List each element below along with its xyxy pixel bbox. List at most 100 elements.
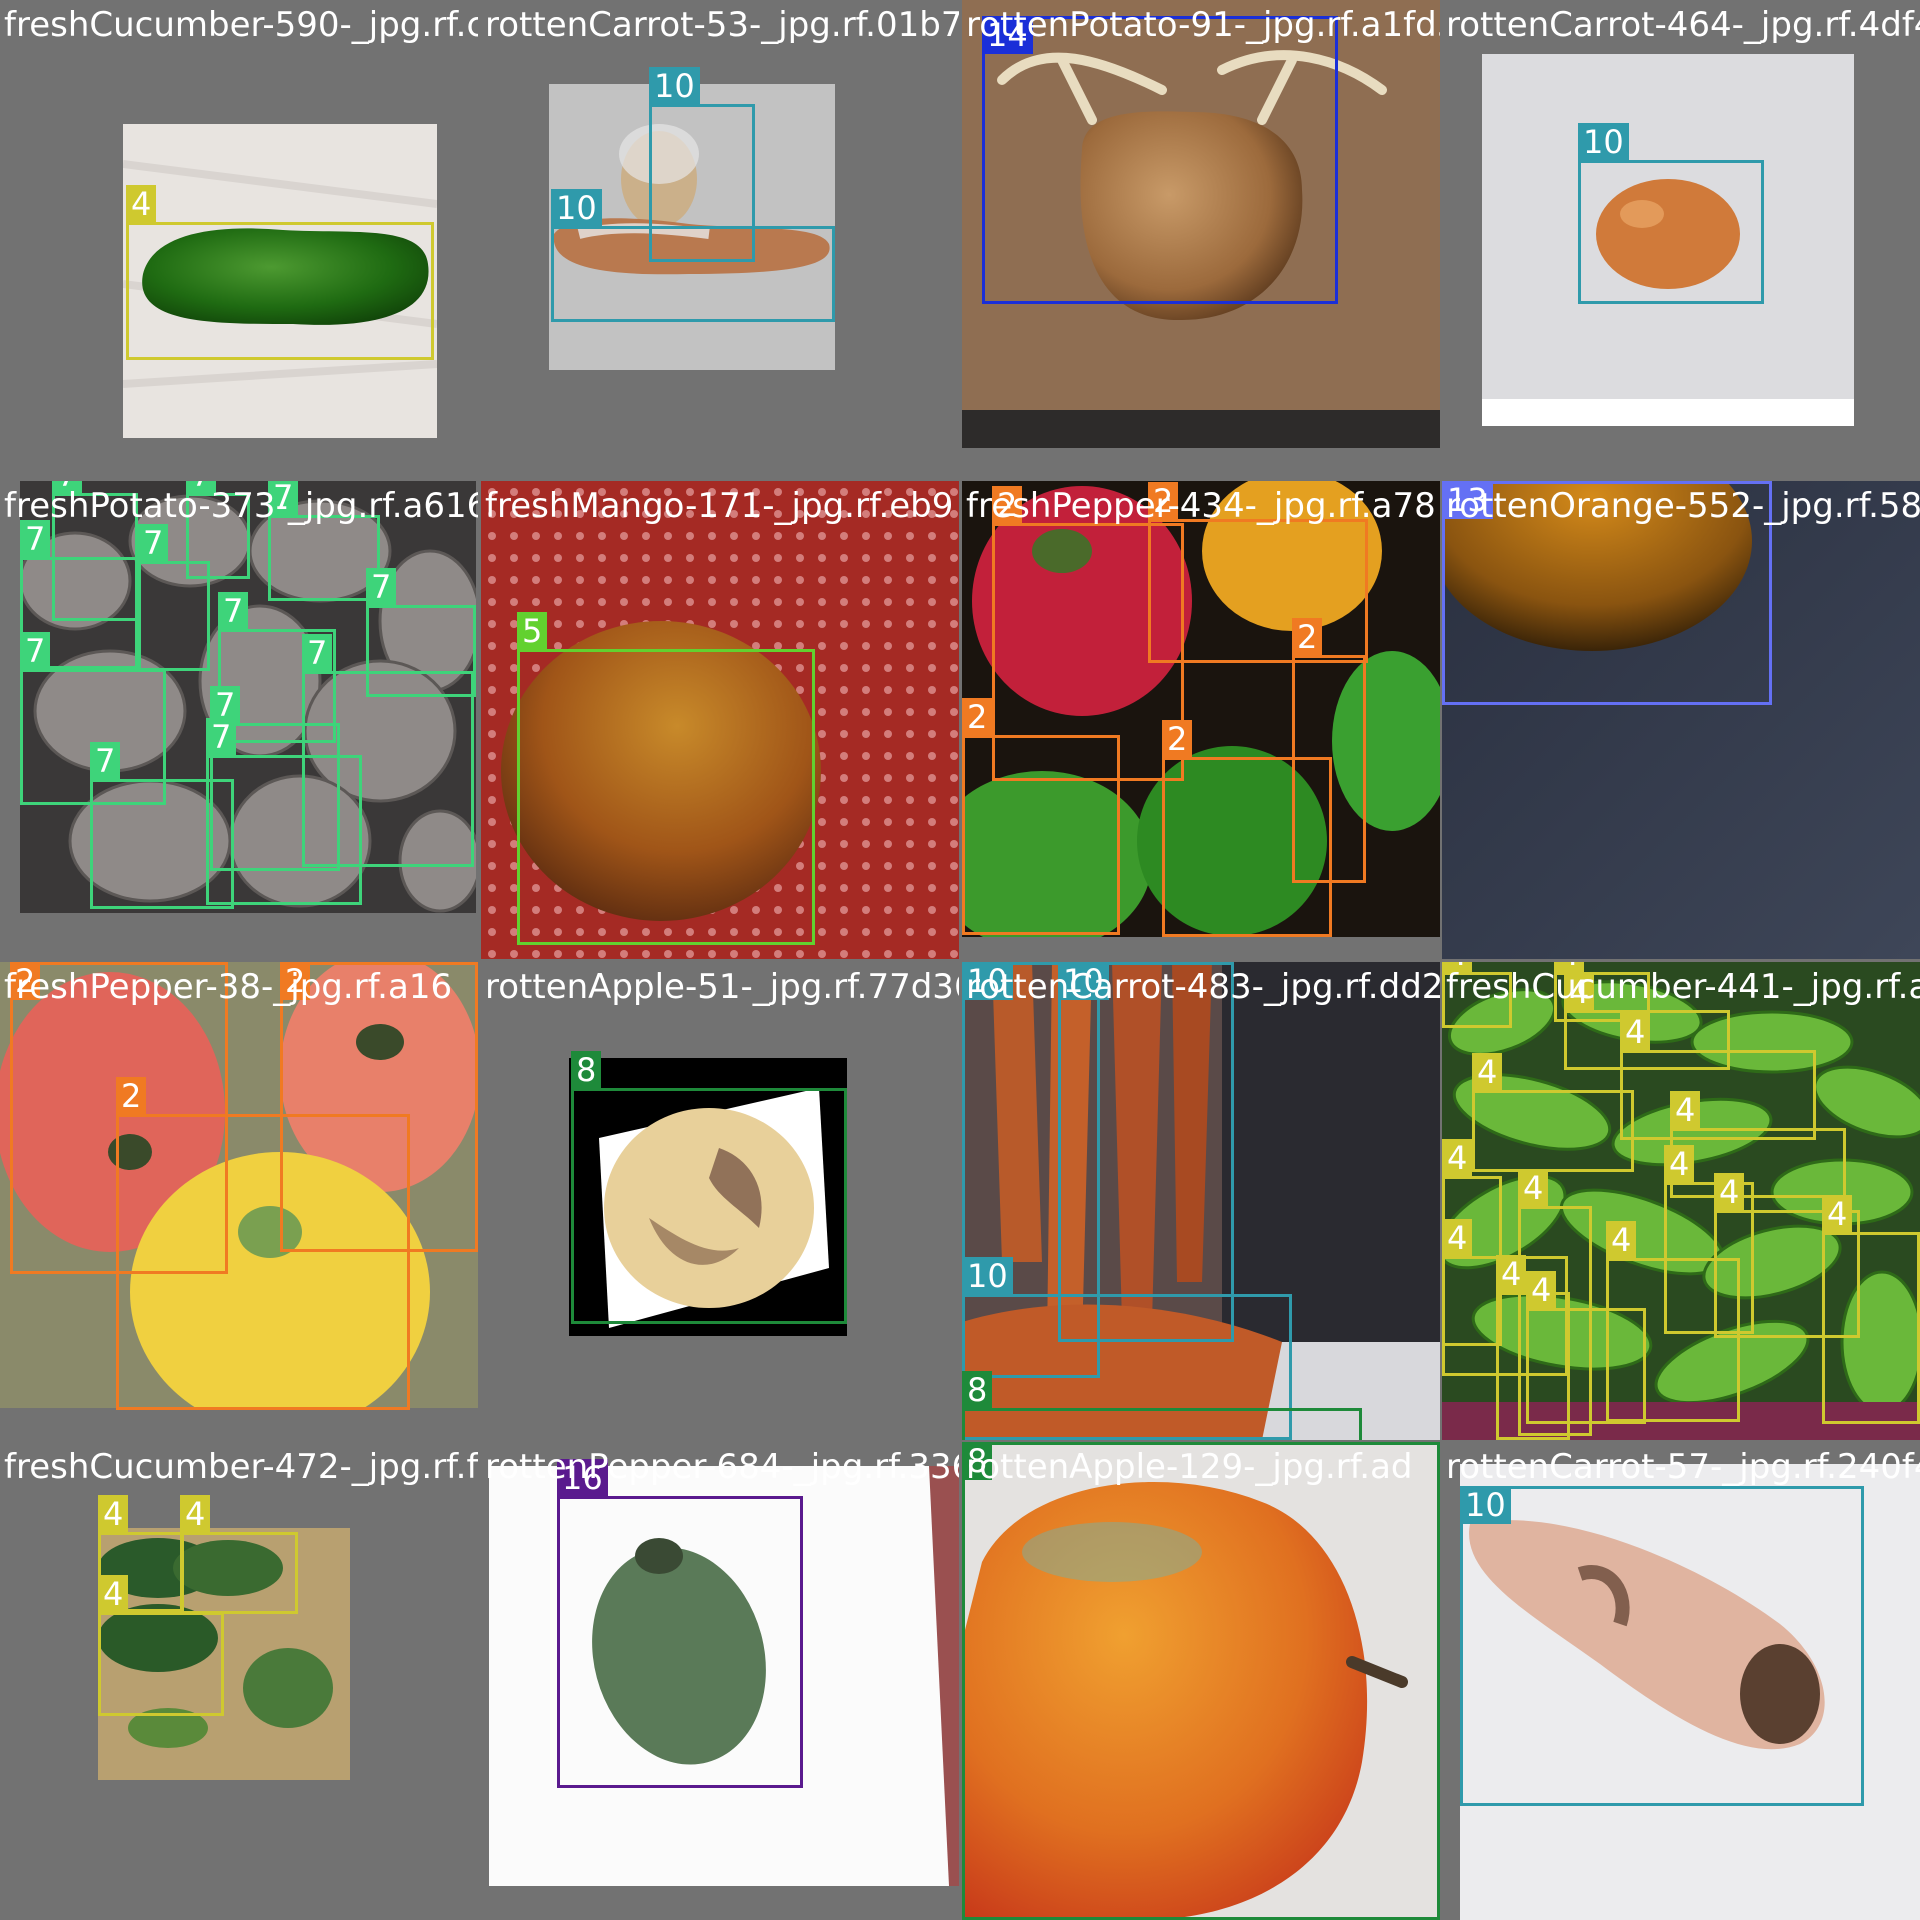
bbox-label: 10 xyxy=(962,1257,1013,1295)
bbox-pepper: 16 xyxy=(557,1459,803,1788)
bbox-label: 7 xyxy=(138,524,169,562)
bbox-cucumber: 4 xyxy=(98,1575,224,1716)
bbox-cucumber: 4 xyxy=(126,185,434,360)
bbox-label: 4 xyxy=(180,1495,211,1533)
bbox-cucumber: 4 xyxy=(1472,1053,1634,1172)
bbox-label: 2 xyxy=(10,962,41,1000)
bbox-potato: 7 xyxy=(268,481,380,601)
tile-caption: freshCucumber-590-_jpg.rf.cd08e12f6e588 xyxy=(4,5,478,45)
bbox-label: 4 xyxy=(126,185,157,223)
bbox-potato: 7 xyxy=(206,718,362,905)
bbox-label: 7 xyxy=(268,481,299,516)
bbox-label: 4 xyxy=(1496,1255,1527,1293)
bbox-potato: 7 xyxy=(138,524,210,671)
bbox-label: 4 xyxy=(1670,1091,1701,1129)
tile-8: 13 rottenOrange-552-_jpg.rf.58 xyxy=(1442,481,1920,959)
bbox-pepper: 2 xyxy=(962,698,1120,935)
bbox-label: 4 xyxy=(1442,962,1473,973)
detection-mosaic: 4 freshCucumber-590-_jpg.rf.cd08e12f6e58… xyxy=(0,0,1920,1920)
bbox-cucumber: 4 xyxy=(1526,1271,1646,1424)
bbox-label: 10 xyxy=(1460,1486,1511,1524)
bbox-label: 2 xyxy=(962,698,993,736)
bbox-label: 14 xyxy=(982,16,1033,54)
bbox-label: 7 xyxy=(366,568,397,606)
bbox-apple: 8 xyxy=(962,1371,1362,1440)
tile-6: 5 freshMango-171-_jpg.rf.eb9 xyxy=(481,481,959,959)
tile-7: 2 2 2 2 2 freshPepper-434-_jpg.rf.a78 xyxy=(962,481,1440,959)
tile-1: 4 freshCucumber-590-_jpg.rf.cd08e12f6e58… xyxy=(0,0,478,478)
bbox-label: 4 xyxy=(1526,1271,1557,1309)
bbox-cucumber: 4 xyxy=(180,1495,298,1614)
bbox-label: 2 xyxy=(1292,618,1323,656)
bbox-label: 2 xyxy=(1162,720,1193,758)
bbox-label: 10 xyxy=(1058,962,1109,1000)
tile-14: 16 rottenPepper-684-_jpg.rf.336 xyxy=(481,1442,959,1920)
bbox-carrot: 10 xyxy=(1460,1486,1864,1806)
bbox-orange: 13 xyxy=(1442,481,1772,705)
bbox-label: 5 xyxy=(517,612,548,650)
bbox-label: 7 xyxy=(20,632,51,670)
bbox-label: 8 xyxy=(571,1051,602,1089)
tile-caption: freshCucumber-472-_jpg.rf.f26 xyxy=(4,1447,478,1487)
bbox-potato: 14 xyxy=(982,16,1338,304)
bbox-label: 7 xyxy=(302,634,333,672)
bbox-label: 10 xyxy=(551,189,602,227)
tile-16: 10 rottenCarrot-57-_jpg.rf.240f4 xyxy=(1442,1442,1920,1920)
tile-2: 10 10 rottenCarrot-53-_jpg.rf.01b7 xyxy=(481,0,959,478)
bbox-carrot: 10 xyxy=(1578,123,1764,304)
bbox-pepper: 2 xyxy=(1148,482,1368,663)
tile-caption: rottenApple-51-_jpg.rf.77d36 xyxy=(485,967,959,1007)
bbox-label: 7 xyxy=(218,592,249,630)
bbox-pepper: 2 xyxy=(1162,720,1332,937)
bbox-label: 10 xyxy=(962,962,1013,1000)
bbox-label: 16 xyxy=(557,1459,608,1497)
bbox-label: 4 xyxy=(1564,973,1595,1011)
bbox-label: 4 xyxy=(1664,1145,1695,1183)
bbox-label: 4 xyxy=(98,1495,129,1533)
bbox-label: 7 xyxy=(90,742,121,780)
bbox-label: 4 xyxy=(1714,1173,1745,1211)
bbox-label: 10 xyxy=(1578,123,1629,161)
tile-caption: rottenCarrot-464-_jpg.rf.4df4 xyxy=(1446,5,1920,45)
tile-13: 4 4 4 freshCucumber-472-_jpg.rf.f26 xyxy=(0,1442,478,1920)
bbox-pepper: 2 xyxy=(116,1077,410,1410)
tile-12: 4 4 4 4 4 4 4 4 4 4 4 4 4 4 4 freshCucum… xyxy=(1442,962,1920,1440)
bbox-apple: 8 xyxy=(571,1051,847,1324)
bbox-cucumber: 4 xyxy=(1620,1013,1816,1140)
bbox-label: 4 xyxy=(1606,1221,1637,1259)
tile-15: 8 rottenApple-129-_jpg.rf.ad xyxy=(962,1442,1440,1920)
bbox-cucumber: 4 xyxy=(1442,962,1512,1028)
tile-5: 7 7 7 7 7 7 7 7 7 7 7 7 freshPotato-373-… xyxy=(0,481,478,959)
bbox-label: 4 xyxy=(1518,1169,1549,1207)
bbox-label: 4 xyxy=(1554,962,1585,973)
bbox-label: 13 xyxy=(1442,481,1493,519)
bbox-label: 7 xyxy=(20,520,51,558)
bbox-cucumber: 4 xyxy=(1822,1195,1920,1424)
tile-4: 10 rottenCarrot-464-_jpg.rf.4df4 xyxy=(1442,0,1920,478)
bbox-label: 4 xyxy=(1472,1053,1503,1091)
bbox-label: 4 xyxy=(1620,1013,1651,1051)
bbox-label: 2 xyxy=(1148,482,1179,520)
bbox-label: 8 xyxy=(962,1442,993,1480)
tile-11: 10 10 10 8 rottenCarrot-483-_jpg.rf.dd2 xyxy=(962,962,1440,1440)
bbox-label: 4 xyxy=(1822,1195,1853,1233)
tile-9: 2 2 2 freshPepper-38-_jpg.rf.a16 xyxy=(0,962,478,1440)
bbox-label: 4 xyxy=(1442,1139,1473,1177)
bbox-label: 7 xyxy=(206,718,237,756)
bbox-label: 2 xyxy=(992,486,1023,524)
bbox-label: 10 xyxy=(649,67,700,105)
bbox-label: 4 xyxy=(98,1575,129,1613)
bbox-label: 8 xyxy=(962,1371,993,1409)
bbox-label: 7 xyxy=(52,481,83,494)
bbox-label: 2 xyxy=(116,1077,147,1115)
tile-caption: rottenCarrot-53-_jpg.rf.01b7 xyxy=(485,5,959,45)
tile-3: 14 rottenPotato-91-_jpg.rf.a1fd5 xyxy=(962,0,1440,478)
bbox-mango: 5 xyxy=(517,612,815,945)
bbox-carrot: 10 xyxy=(551,189,835,322)
bbox-label: 7 xyxy=(186,481,217,494)
tile-10: 8 rottenApple-51-_jpg.rf.77d36 xyxy=(481,962,959,1440)
bbox-label: 4 xyxy=(1442,1219,1473,1257)
bbox-apple: 8 xyxy=(962,1442,1440,1920)
bbox-label: 2 xyxy=(280,962,311,1000)
bbox-carrot: 10 xyxy=(1058,962,1234,1342)
